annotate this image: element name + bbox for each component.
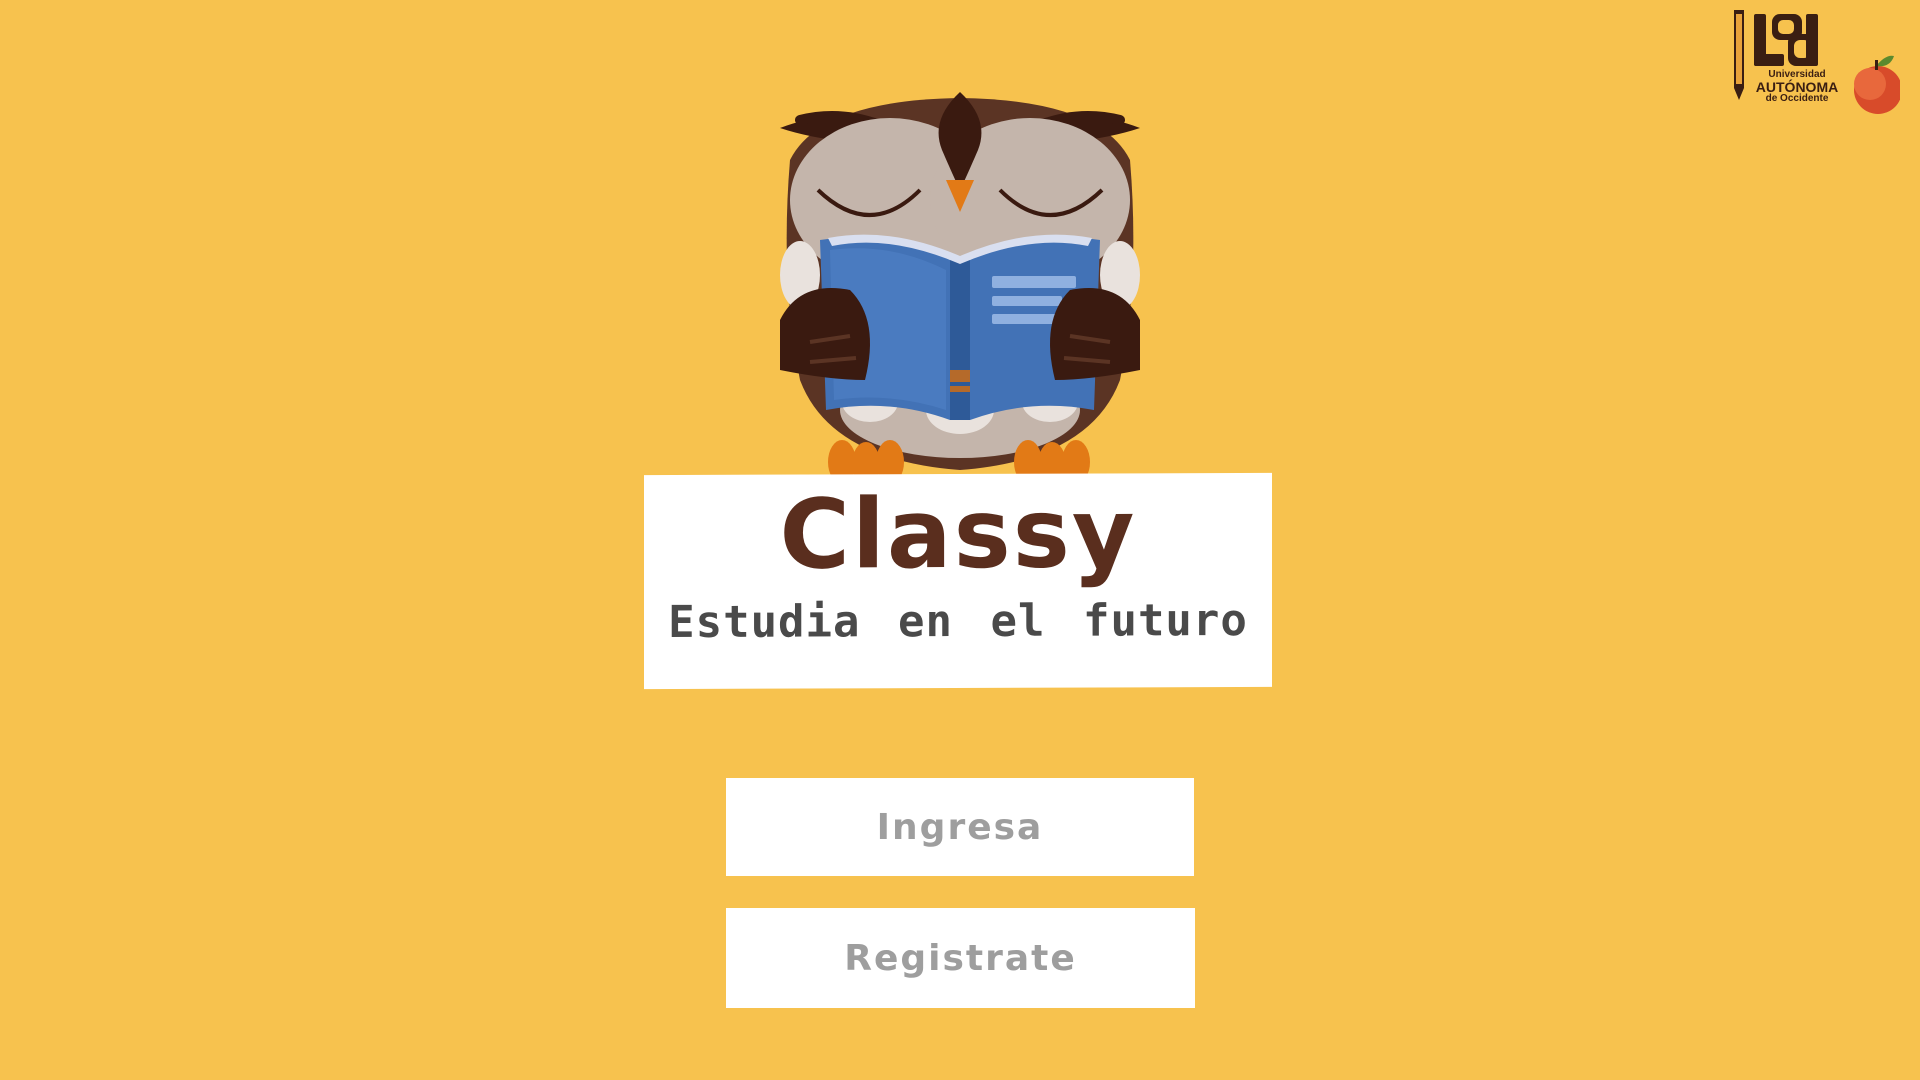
app-tagline: Estudia en el futuro	[668, 594, 1248, 649]
logo-line-occidente: de Occidente	[1765, 93, 1829, 104]
login-button[interactable]: Ingresa	[726, 778, 1194, 876]
university-logo: Universidad AUTÓNOMA de Occidente	[1730, 8, 1902, 118]
register-button[interactable]: Registrate	[726, 908, 1195, 1008]
logo-line-autonoma: AUTÓNOMA	[1755, 79, 1839, 95]
app-title: Classy	[779, 477, 1137, 591]
apple-icon	[1854, 55, 1902, 114]
university-logo-text: Universidad AUTÓNOMA de Occidente	[1742, 70, 1852, 104]
owl-mascot	[770, 80, 1150, 490]
owl-reading-book-icon	[780, 92, 1140, 486]
title-card: Classy Estudia en el futuro	[644, 472, 1272, 690]
